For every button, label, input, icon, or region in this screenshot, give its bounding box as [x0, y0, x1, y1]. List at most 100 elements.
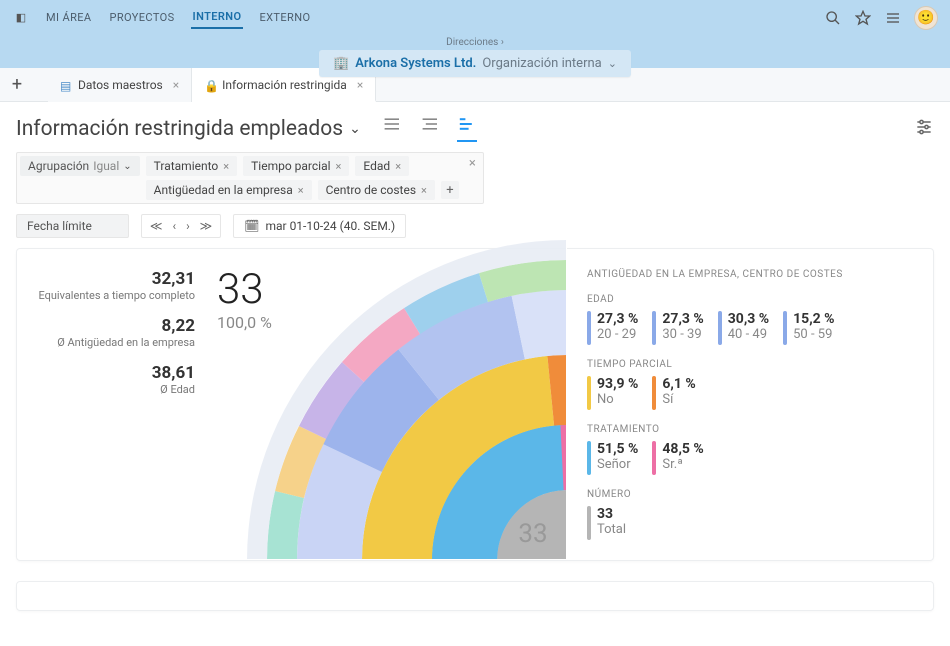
stat-label: 20 - 29: [597, 327, 638, 342]
view-chart-icon[interactable]: [457, 116, 477, 142]
doc-icon: ▤: [60, 79, 72, 91]
stat-item[interactable]: 51,5 %Señor: [587, 441, 638, 475]
page-title-text: Información restringida empleados: [16, 117, 343, 141]
stat-item[interactable]: 93,9 %No: [587, 376, 638, 410]
stat-color-bar: [587, 311, 591, 345]
stat-color-bar: [587, 376, 591, 410]
chevron-down-icon: ⌄: [608, 57, 617, 70]
top-nav: ◧ MI ÁREA PROYECTOS INTERNO EXTERNO: [0, 0, 950, 35]
stat-label: No: [597, 392, 638, 407]
filter-group: Agrupación Igual ⌄ Tratamiento× Tiempo p…: [16, 152, 484, 204]
sunburst-chart: 33 100,0 %: [217, 269, 567, 540]
stat-pct: 27,3 %: [662, 311, 703, 327]
home-icon[interactable]: ◧: [12, 9, 30, 27]
stat-label: Sí: [662, 392, 695, 407]
stat-label: Total: [597, 522, 626, 537]
settings-icon[interactable]: [914, 117, 934, 141]
empty-card: [16, 581, 934, 611]
clear-group-icon[interactable]: ×: [465, 156, 480, 171]
nav-first-icon[interactable]: ≪: [150, 219, 163, 233]
stat-item[interactable]: 27,3 %30 - 39: [652, 311, 703, 345]
stat-color-bar: [783, 311, 787, 345]
close-icon[interactable]: ×: [173, 78, 179, 92]
avatar[interactable]: 🙂: [914, 6, 938, 30]
kpi-edad: 38,61 Ø Edad: [37, 363, 195, 396]
close-icon[interactable]: ×: [357, 78, 363, 92]
lock-icon: 🔒: [204, 79, 216, 91]
org-selector[interactable]: 🏢 Arkona Systems Ltd. Organización inter…: [319, 50, 631, 77]
tab-label: Datos maestros: [78, 78, 163, 92]
filter-pill-centro-costes[interactable]: Centro de costes×: [318, 180, 435, 200]
star-icon[interactable]: [854, 9, 872, 27]
stat-pct: 93,9 %: [597, 376, 638, 392]
dashboard-card: 32,31 Equivalentes a tiempo completo 8,2…: [16, 248, 934, 561]
kpi-fte: 32,31 Equivalentes a tiempo completo: [37, 269, 195, 302]
stat-title-edad: EDAD: [587, 294, 913, 305]
stat-item[interactable]: 6,1 %Sí: [652, 376, 695, 410]
tab-label: Información restringida: [222, 78, 347, 92]
stat-pct: 33: [597, 506, 626, 522]
stat-pct: 51,5 %: [597, 441, 638, 457]
stat-color-bar: [652, 311, 656, 345]
stats-header: ANTIGÜEDAD EN LA EMPRESA, CENTRO DE COST…: [587, 269, 913, 280]
building-icon: 🏢: [333, 56, 349, 71]
close-icon[interactable]: ×: [421, 184, 427, 197]
breadcrumb[interactable]: Direcciones ›: [0, 37, 950, 48]
menu-icon[interactable]: [884, 9, 902, 27]
close-icon[interactable]: ×: [395, 160, 401, 173]
stat-color-bar: [652, 376, 656, 410]
filter-pill-edad[interactable]: Edad×: [355, 156, 409, 176]
search-icon[interactable]: [824, 9, 842, 27]
add-tab-button[interactable]: +: [0, 74, 34, 95]
stat-label: 30 - 39: [662, 327, 703, 342]
stat-label: Señor: [597, 457, 638, 472]
filter-pill-antiguedad[interactable]: Antigüedad en la empresa×: [146, 180, 312, 200]
stat-item[interactable]: 30,3 %40 - 49: [718, 311, 769, 345]
stat-color-bar: [587, 441, 591, 475]
filter-pill-tiempo-parcial[interactable]: Tiempo parcial×: [243, 156, 349, 176]
filter-pill-tratamiento[interactable]: Tratamiento×: [146, 156, 238, 176]
sunburst-svg: 33: [217, 230, 567, 560]
view-list-icon[interactable]: [381, 116, 401, 142]
stat-color-bar: [652, 441, 656, 475]
stat-label: Sr.ª: [662, 457, 703, 472]
stat-pct: 27,3 %: [597, 311, 638, 327]
date-field-label[interactable]: Fecha límite: [16, 214, 129, 238]
chevron-down-icon: ⌄: [349, 121, 361, 137]
stat-title-numero: NÚMERO: [587, 489, 913, 500]
stat-item[interactable]: 15,2 %50 - 59: [783, 311, 834, 345]
nav-prev-icon[interactable]: ‹: [172, 219, 176, 233]
org-sub: Organización interna: [482, 56, 601, 71]
page-title[interactable]: Información restringida empleados ⌄: [16, 117, 361, 141]
nav-last-icon[interactable]: ≫: [200, 219, 213, 233]
view-tree-icon[interactable]: [419, 116, 439, 142]
stat-title-tiempo-parcial: TIEMPO PARCIAL: [587, 359, 913, 370]
stat-label: 40 - 49: [728, 327, 769, 342]
close-icon[interactable]: ×: [298, 184, 304, 197]
nav-interno[interactable]: INTERNO: [191, 6, 244, 29]
close-icon[interactable]: ×: [223, 160, 229, 173]
stat-item[interactable]: 27,3 %20 - 29: [587, 311, 638, 345]
stat-pct: 30,3 %: [728, 311, 769, 327]
date-navigator: ≪ ‹ › ≫: [141, 214, 221, 238]
chart-center-label: 33: [518, 519, 547, 549]
stat-pct: 48,5 %: [662, 441, 703, 457]
stat-item[interactable]: 48,5 %Sr.ª: [652, 441, 703, 475]
stat-title-tratamiento: TRATAMIENTO: [587, 424, 913, 435]
nav-mi-area[interactable]: MI ÁREA: [44, 7, 94, 28]
filter-group-label[interactable]: Agrupación Igual ⌄: [20, 156, 140, 176]
org-name: Arkona Systems Ltd.: [355, 56, 476, 71]
stat-item[interactable]: 33Total: [587, 506, 626, 540]
chevron-down-icon: ⌄: [123, 161, 131, 172]
add-filter-button[interactable]: +: [441, 181, 459, 199]
stat-pct: 15,2 %: [793, 311, 834, 327]
nav-proyectos[interactable]: PROYECTOS: [108, 7, 177, 28]
stat-label: 50 - 59: [793, 327, 834, 342]
kpi-antiguedad: 8,22 Ø Antigüedad en la empresa: [37, 316, 195, 349]
nav-next-icon[interactable]: ›: [186, 219, 190, 233]
stat-pct: 6,1 %: [662, 376, 695, 392]
stat-color-bar: [587, 506, 591, 540]
stat-color-bar: [718, 311, 722, 345]
nav-externo[interactable]: EXTERNO: [257, 7, 312, 28]
close-icon[interactable]: ×: [336, 160, 342, 173]
